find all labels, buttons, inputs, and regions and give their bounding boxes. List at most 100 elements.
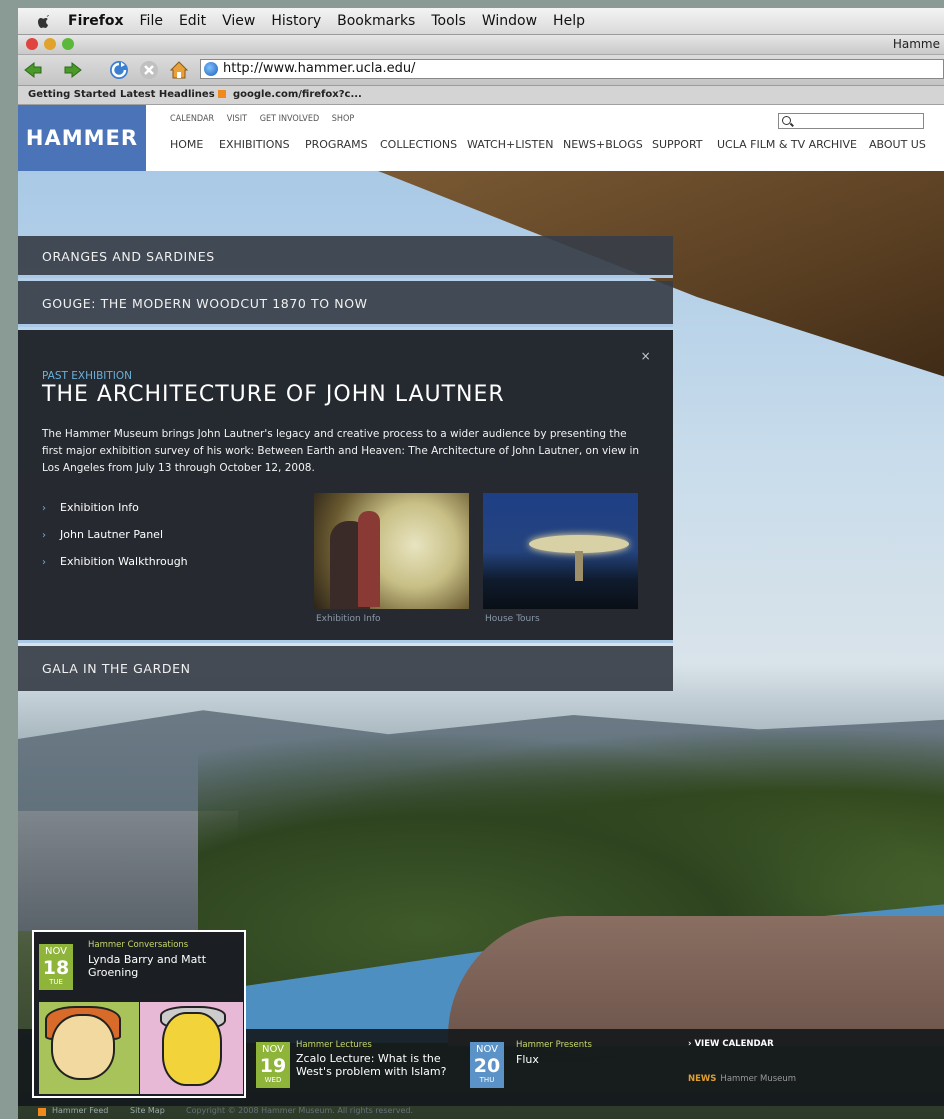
window-title-bar: Hamme (18, 35, 944, 55)
accordion-item-label: GALA IN THE GARDEN (42, 661, 191, 676)
link-label: Exhibition Walkthrough (60, 555, 188, 568)
thumbnail-exhibition-info[interactable] (314, 493, 469, 609)
minimize-window-button[interactable] (44, 38, 56, 50)
bookmark-latest-headlines[interactable]: Latest Headlines (120, 86, 226, 104)
house-column (575, 551, 583, 581)
accordion-item-gala[interactable]: GALA IN THE GARDEN (18, 646, 673, 691)
nav-programs[interactable]: PROGRAMS (305, 138, 368, 151)
mac-menu-bar: Firefox File Edit View History Bookmarks… (18, 8, 944, 35)
footer-site-map[interactable]: Site Map (130, 1106, 165, 1115)
visitor-figure (358, 511, 380, 607)
accordion-item-label: ORANGES AND SARDINES (42, 249, 215, 264)
matt-groening-cartoon (140, 1002, 243, 1094)
event-month: NOV (475, 1044, 499, 1055)
bookmark-getting-started[interactable]: Getting Started (28, 86, 116, 104)
menu-bookmarks[interactable]: Bookmarks (337, 13, 415, 29)
utility-nav: CALENDAR VISIT GET INVOLVED SHOP (170, 114, 364, 124)
search-icon (782, 116, 791, 125)
event-category: Hammer Presents (516, 1040, 592, 1050)
link-label: Exhibition Info (60, 501, 139, 514)
menu-tools[interactable]: Tools (431, 13, 466, 29)
nav-watch-listen[interactable]: WATCH+LISTEN (467, 138, 553, 151)
panel-kicker: PAST EXHIBITION (42, 370, 133, 382)
link-label: John Lautner Panel (60, 528, 164, 541)
event-date-badge: NOV 18 TUE (39, 944, 73, 990)
event-day: 20 (473, 1055, 501, 1077)
nav-support[interactable]: SUPPORT (652, 138, 703, 151)
nav-collections[interactable]: COLLECTIONS (380, 138, 457, 151)
cartoon-face (51, 1014, 115, 1080)
event-card-featured[interactable]: NOV 18 TUE Hammer Conversations Lynda Ba… (32, 930, 246, 1098)
event-weekday: TUE (49, 978, 63, 986)
thumbnail-caption[interactable]: Exhibition Info (316, 614, 381, 624)
menu-view[interactable]: View (222, 13, 255, 29)
screen: Firefox File Edit View History Bookmarks… (18, 8, 944, 1119)
back-arrow-icon[interactable] (22, 59, 44, 81)
link-exhibition-walkthrough[interactable]: › Exhibition Walkthrough (42, 554, 188, 581)
window-title: Hamme (892, 37, 940, 51)
menu-app-firefox[interactable]: Firefox (68, 13, 124, 29)
thumbnail-house-tours[interactable] (483, 493, 638, 609)
bookmark-latest-headlines-label: Latest Headlines (120, 89, 215, 100)
close-icon[interactable]: × (640, 350, 652, 362)
cartoon-face (162, 1012, 222, 1086)
forward-arrow-icon[interactable] (62, 59, 84, 81)
thumbnail-caption[interactable]: House Tours (485, 614, 540, 624)
view-calendar-link[interactable]: › VIEW CALENDAR (688, 1039, 774, 1049)
globe-icon (204, 62, 218, 76)
link-exhibition-info[interactable]: › Exhibition Info (42, 500, 188, 527)
accordion-item-gouge[interactable]: GOUGE: THE MODERN WOODCUT 1870 TO NOW (18, 281, 673, 327)
nav-ucla-film-tv-archive[interactable]: UCLA FILM & TV ARCHIVE (717, 138, 857, 151)
close-window-button[interactable] (26, 38, 38, 50)
zoom-window-button[interactable] (62, 38, 74, 50)
subnav-visit[interactable]: VISIT (227, 114, 247, 124)
event-month: NOV (44, 946, 68, 957)
apple-icon[interactable] (38, 13, 54, 29)
reload-icon[interactable] (108, 59, 130, 81)
site-footer: Hammer Feed Site Map Copyright © 2008 Ha… (18, 1106, 944, 1119)
rss-icon (38, 1108, 46, 1116)
nav-exhibitions[interactable]: EXHIBITIONS (219, 138, 290, 151)
home-icon[interactable] (168, 59, 190, 81)
event-weekday: WED (264, 1076, 282, 1084)
accordion-item-oranges-and-sardines[interactable]: ORANGES AND SARDINES (18, 236, 673, 278)
event-category: Hammer Conversations (88, 940, 189, 950)
subnav-get-involved[interactable]: GET INVOLVED (260, 114, 320, 124)
event-date-badge: NOV 20 THU (470, 1042, 504, 1088)
event-day: 18 (42, 957, 70, 979)
chevron-right-icon: › (42, 557, 46, 568)
event-title[interactable]: Flux (516, 1053, 656, 1066)
link-john-lautner-panel[interactable]: › John Lautner Panel (42, 527, 188, 554)
event-category: Hammer Lectures (296, 1040, 372, 1050)
subnav-shop[interactable]: SHOP (332, 114, 355, 124)
event-title[interactable]: Lynda Barry and Matt Groening (88, 953, 238, 979)
news-source: Hammer Museum (720, 1074, 797, 1084)
news-label: NEWS (688, 1074, 717, 1084)
menu-file[interactable]: File (140, 13, 163, 29)
menu-help[interactable]: Help (553, 13, 585, 29)
footer-hammer-feed[interactable]: Hammer Feed (52, 1106, 108, 1115)
nav-home[interactable]: HOME (170, 138, 203, 151)
bookmark-google-firefox[interactable]: google.com/firefox?c... (233, 86, 362, 104)
stop-icon[interactable] (138, 59, 160, 81)
menu-edit[interactable]: Edit (179, 13, 206, 29)
nav-about-us[interactable]: ABOUT US (869, 138, 926, 151)
footer-copyright: Copyright © 2008 Hammer Museum. All righ… (186, 1106, 414, 1115)
hammer-logo[interactable]: HAMMER (18, 105, 146, 171)
url-bar[interactable]: http://www.hammer.ucla.edu/ (200, 59, 944, 79)
chevron-right-icon: › (42, 503, 46, 514)
event-title[interactable]: Zcalo Lecture: What is the West's proble… (296, 1052, 471, 1078)
accordion-panel-lautner: × PAST EXHIBITION THE ARCHITECTURE OF JO… (18, 330, 673, 643)
menu-window[interactable]: Window (482, 13, 537, 29)
event-month: NOV (261, 1044, 285, 1055)
news-link[interactable]: NEWS Hammer Museum (688, 1074, 796, 1084)
accordion-item-label: GOUGE: THE MODERN WOODCUT 1870 TO NOW (42, 296, 368, 311)
nav-news-blogs[interactable]: NEWS+BLOGS (563, 138, 643, 151)
subnav-calendar[interactable]: CALENDAR (170, 114, 214, 124)
pool-deck (448, 916, 944, 1046)
search-input[interactable] (778, 113, 924, 129)
event-day: 19 (259, 1055, 287, 1077)
chevron-right-icon: › (42, 530, 46, 541)
menu-history[interactable]: History (271, 13, 321, 29)
site-header: HAMMER CALENDAR VISIT GET INVOLVED SHOP … (18, 105, 944, 171)
